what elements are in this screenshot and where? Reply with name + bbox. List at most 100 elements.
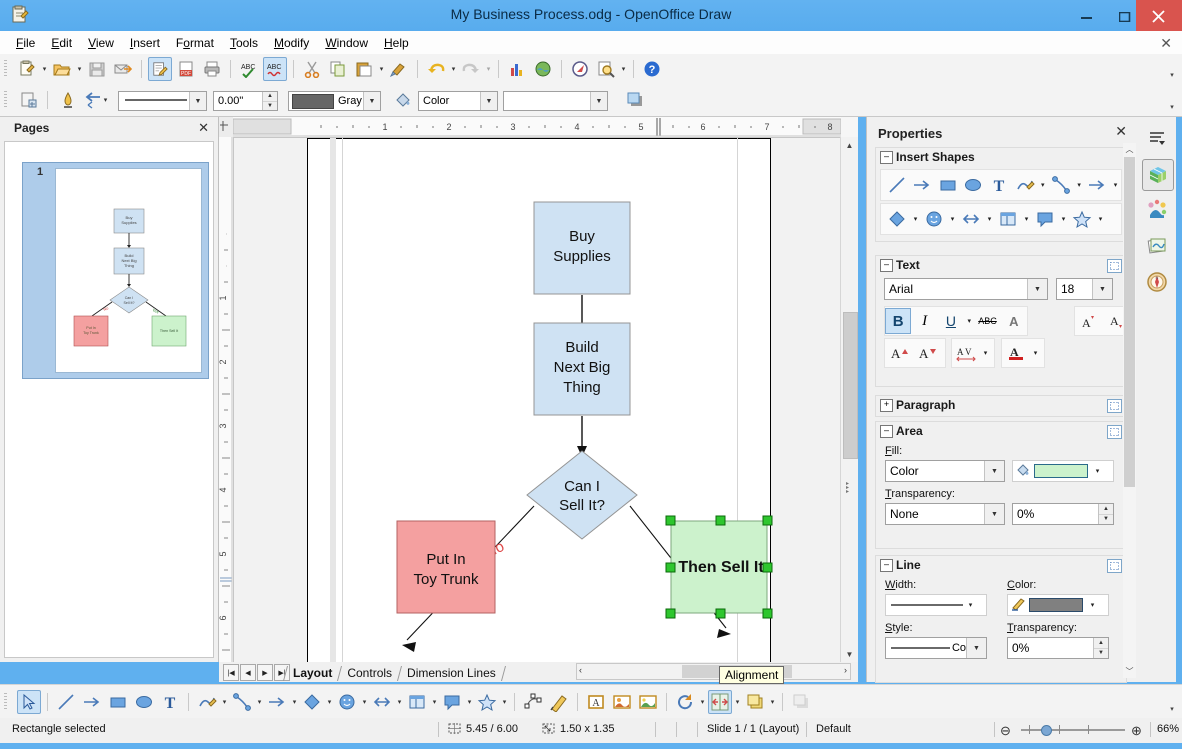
sidebar-close-icon[interactable]: ✕ <box>1115 123 1127 140</box>
font-color-button[interactable]: A <box>1002 340 1030 366</box>
chevron-down-icon[interactable]: ▼ <box>189 92 206 110</box>
line-width-control[interactable]: ▾ <box>885 594 987 616</box>
chevron-down-icon[interactable]: ▾ <box>1074 172 1085 198</box>
arrow-icon[interactable] <box>1085 172 1111 198</box>
minimize-button[interactable] <box>1068 0 1106 31</box>
edit-mode-button[interactable] <box>148 57 172 81</box>
increase-font-size-button[interactable]: A <box>885 340 913 366</box>
decrease-font-size-button[interactable]: A <box>913 340 941 366</box>
gallery-frame-button[interactable] <box>636 690 660 714</box>
chevron-down-icon[interactable]: ▾ <box>1058 206 1069 232</box>
toolbar-grip[interactable] <box>4 693 7 711</box>
open-dropdown-icon[interactable]: ▾ <box>75 57 84 81</box>
area-transparency-stepper[interactable]: ▲ ▼ <box>1098 504 1113 524</box>
line-endpoint-button[interactable] <box>56 88 80 112</box>
flowchart-shapes-dropdown-icon[interactable]: ▾ <box>430 690 439 714</box>
chevron-down-icon[interactable]: ▼ <box>966 638 986 658</box>
text-T-icon[interactable]: T <box>986 172 1012 198</box>
chevron-down-icon[interactable]: ▼ <box>1027 279 1047 299</box>
zoom-level[interactable]: 66% <box>1157 723 1179 735</box>
next-page-button[interactable]: ▶ <box>257 664 273 681</box>
rectangle-tool-button[interactable] <box>106 690 130 714</box>
character-spacing-button[interactable]: AV <box>952 340 980 366</box>
smiley-icon[interactable] <box>921 206 947 232</box>
tab-layout[interactable]: Layout <box>286 665 339 681</box>
redo-button[interactable] <box>459 57 483 81</box>
line-transparency-spinner[interactable]: 0% ▲ ▼ <box>1007 637 1109 659</box>
double-arrow-icon[interactable] <box>958 206 984 232</box>
vertical-ruler[interactable]: 1 2 3 4 5 6 <box>218 137 234 662</box>
menu-window[interactable]: Window <box>317 34 376 52</box>
scrollbar-split-handle[interactable]: ▸ ▸ ▸ <box>846 481 849 495</box>
line-panel-header[interactable]: – Line <box>876 556 1126 575</box>
paste-button[interactable] <box>352 57 376 81</box>
close-button[interactable] <box>1136 0 1182 31</box>
menu-format[interactable]: Format <box>168 34 222 52</box>
text-panel-header[interactable]: – Text <box>876 256 1126 275</box>
line-fill-toolbar-overflow[interactable]: ▾ <box>1166 84 1178 116</box>
line-width-stepper[interactable]: ▲ ▼ <box>262 92 277 110</box>
connector-dropdown-icon[interactable]: ▾ <box>255 690 264 714</box>
strikethrough-button[interactable]: ABC <box>974 308 1000 334</box>
glue-point-pen-button[interactable] <box>547 690 571 714</box>
tab-dimension-lines[interactable]: Dimension Lines <box>400 665 503 681</box>
print-button[interactable] <box>200 57 224 81</box>
chevron-down-icon[interactable]: ▼ <box>1092 279 1112 299</box>
close-document-icon[interactable]: ✕ <box>1160 35 1172 52</box>
first-page-button[interactable]: |◀ <box>223 664 239 681</box>
paste-dropdown-icon[interactable]: ▾ <box>377 57 386 81</box>
diamond-icon[interactable] <box>884 206 910 232</box>
zoom-slider[interactable] <box>1021 729 1125 731</box>
chevron-down-icon[interactable]: ▾ <box>910 206 921 232</box>
gallery-icon[interactable] <box>1142 195 1172 225</box>
symbol-shapes-dropdown-icon[interactable]: ▾ <box>360 690 369 714</box>
chevron-down-icon[interactable]: ▾ <box>1110 172 1121 198</box>
toolbar-grip[interactable] <box>4 91 7 109</box>
line-tool-button[interactable] <box>54 690 78 714</box>
block-arrows-button[interactable] <box>370 690 394 714</box>
shadow-button[interactable] <box>789 690 813 714</box>
styles-icon[interactable] <box>1142 231 1172 261</box>
position-and-size-button[interactable] <box>17 88 41 112</box>
chevron-down-icon[interactable]: ▾ <box>1092 458 1103 484</box>
fill-color-combo[interactable]: ▼ <box>503 91 608 111</box>
canvas-vertical-scrollbar[interactable]: ▲ ▸ ▸ ▸ ▼ <box>840 137 858 662</box>
toolbar-grip[interactable] <box>4 60 7 78</box>
chevron-down-icon[interactable]: ▾ <box>980 340 991 366</box>
text-tool-button[interactable]: T <box>158 690 182 714</box>
export-pdf-button[interactable]: PDF <box>174 57 198 81</box>
block-arrows-dropdown-icon[interactable]: ▾ <box>395 690 404 714</box>
collapse-icon[interactable]: – <box>880 259 893 272</box>
font-name-combo[interactable]: Arial ▼ <box>884 278 1048 300</box>
menu-modify[interactable]: Modify <box>266 34 317 52</box>
line-style-combo[interactable]: ▼ <box>118 91 207 111</box>
zoom-button[interactable] <box>594 57 618 81</box>
font-size-combo[interactable]: 18 ▼ <box>1056 278 1113 300</box>
new-document-button[interactable] <box>15 57 39 81</box>
callout-shapes-button[interactable] <box>440 690 464 714</box>
chevron-down-icon[interactable]: ▾ <box>1037 172 1048 198</box>
ruler-corner[interactable] <box>219 117 234 138</box>
rotate-dropdown-icon[interactable]: ▾ <box>698 690 707 714</box>
close-icon[interactable]: ✕ <box>198 120 209 136</box>
prev-page-button[interactable]: ◀ <box>240 664 256 681</box>
star-icon[interactable] <box>1069 206 1095 232</box>
ellipse-icon[interactable] <box>961 172 987 198</box>
zoom-slider-knob[interactable] <box>1041 725 1052 736</box>
callout-icon[interactable] <box>1032 206 1058 232</box>
menu-view[interactable]: View <box>80 34 122 52</box>
line-icon[interactable] <box>884 172 910 198</box>
insert-chart-button[interactable] <box>505 57 529 81</box>
tab-controls[interactable]: Controls <box>340 665 399 681</box>
redo-dropdown-icon[interactable]: ▾ <box>484 57 493 81</box>
zoom-out-button[interactable]: ⊖ <box>1000 723 1011 739</box>
chevron-down-icon[interactable]: ▾ <box>1095 206 1106 232</box>
chevron-down-icon[interactable]: ▾ <box>1087 592 1098 618</box>
zoom-dropdown-icon[interactable]: ▾ <box>619 57 628 81</box>
area-dialog-icon[interactable] <box>1107 425 1122 439</box>
collapse-icon[interactable]: – <box>880 559 893 572</box>
pages-list[interactable]: 1 Buy Supplies Build Next Big Thing Can … <box>4 141 214 658</box>
stars-shapes-dropdown-icon[interactable]: ▾ <box>500 690 509 714</box>
insert-shapes-header[interactable]: – Insert Shapes <box>876 148 1126 167</box>
chevron-down-icon[interactable]: ▼ <box>480 92 497 110</box>
